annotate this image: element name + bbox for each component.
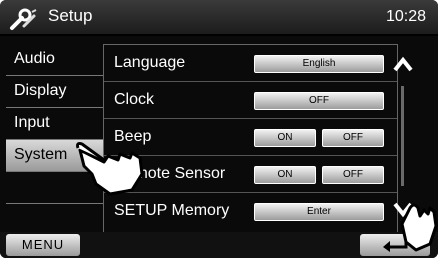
sidebar-item-audio[interactable]: Audio — [6, 44, 103, 76]
hand-pointer-icon — [76, 142, 144, 196]
setup-screen: Setup 10:28 Audio Display Input System L… — [0, 0, 438, 258]
sidebar-item-input[interactable]: Input — [6, 108, 103, 140]
sidebar-item-label: Display — [14, 82, 67, 99]
sidebar-item-label: Input — [14, 114, 50, 131]
setup-memory-enter-button[interactable]: Enter — [254, 203, 384, 221]
clock-off-button[interactable]: OFF — [254, 92, 384, 110]
language-label: Language — [114, 54, 186, 71]
setting-row-clock: Clock OFF — [104, 82, 397, 119]
remote-sensor-on-button[interactable]: ON — [254, 166, 316, 184]
scroll-up-icon[interactable] — [388, 52, 418, 78]
scrollbar-track[interactable] — [401, 86, 404, 186]
setting-row-beep: Beep ON OFF — [104, 119, 397, 156]
setting-row-remote-sensor: Remote Sensor ON OFF — [104, 156, 397, 193]
sidebar-item-display[interactable]: Display — [6, 76, 103, 108]
clock-display: 10:28 — [385, 8, 426, 25]
settings-panel: Language English Clock OFF Beep ON OFF R… — [103, 44, 398, 236]
remote-sensor-off-button[interactable]: OFF — [322, 166, 384, 184]
sidebar-item-label: System — [14, 146, 68, 163]
hand-pointer-icon — [400, 203, 438, 252]
setting-row-setup-memory: SETUP Memory Enter — [104, 193, 397, 230]
page-title: Setup — [48, 6, 93, 25]
setting-row-language: Language English — [104, 45, 397, 82]
wrench-screwdriver-icon — [10, 8, 37, 30]
title-bar: Setup 10:28 — [0, 0, 438, 36]
clock-label: Clock — [114, 91, 155, 108]
beep-on-button[interactable]: ON — [254, 129, 316, 147]
setup-memory-label: SETUP Memory — [114, 202, 230, 219]
beep-off-button[interactable]: OFF — [322, 129, 384, 147]
language-button[interactable]: English — [254, 55, 384, 73]
sidebar-item-label: Audio — [14, 50, 55, 67]
menu-button[interactable]: MENU — [6, 234, 80, 256]
